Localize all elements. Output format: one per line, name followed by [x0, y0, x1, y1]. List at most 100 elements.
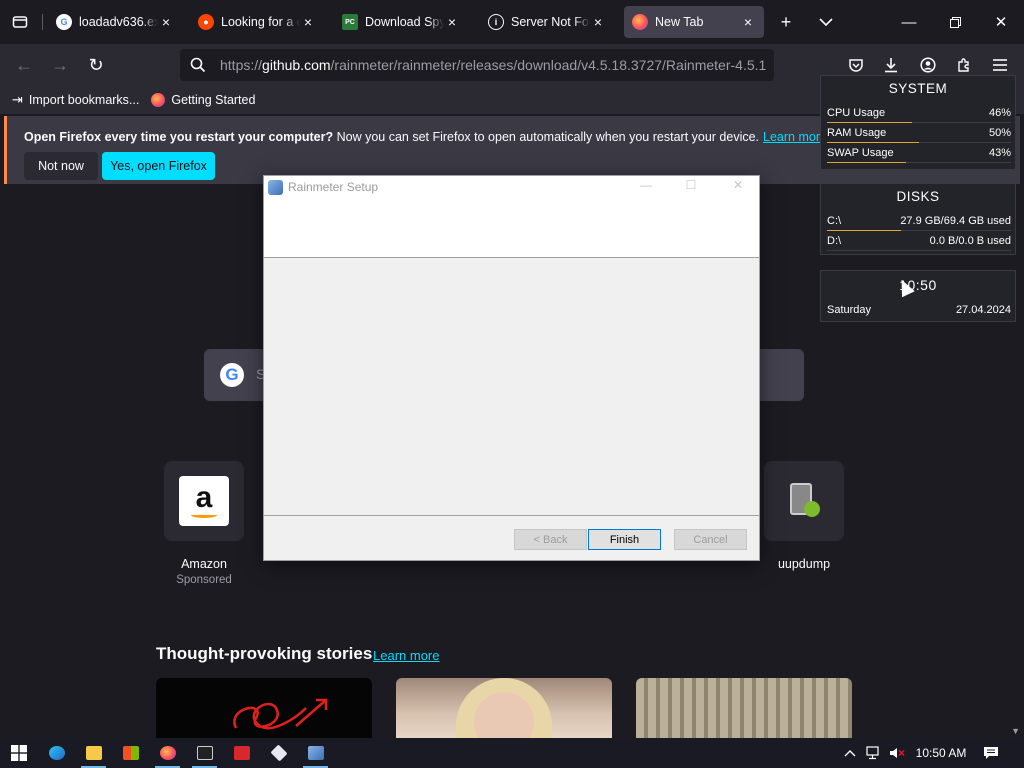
back-button[interactable]: < Back: [514, 529, 587, 550]
bookmark-getting-started[interactable]: Getting Started: [151, 93, 255, 107]
terminal-icon: [196, 746, 213, 760]
taskbar-store[interactable]: [112, 738, 149, 768]
tab-title: loadadv636.exe: [79, 15, 158, 29]
dialog-titlebar[interactable]: Rainmeter Setup — ☐ ✕: [264, 176, 759, 198]
taskbar-firefox[interactable]: [149, 738, 186, 768]
story-card[interactable]: [396, 678, 612, 738]
cpu-usage-row: CPU Usage 46%: [827, 105, 1011, 123]
firefox-icon: [632, 14, 648, 30]
taskbar-cmd[interactable]: [186, 738, 223, 768]
dialog-minimize-button[interactable]: —: [634, 178, 658, 196]
forward-button[interactable]: →: [45, 50, 75, 80]
account-icon: [920, 57, 936, 73]
account-button[interactable]: [917, 54, 939, 76]
close-icon[interactable]: ×: [590, 14, 606, 30]
close-icon[interactable]: ×: [158, 14, 174, 30]
taskbar-edge[interactable]: [38, 738, 75, 768]
rainmeter-system-widget: SYSTEM CPU Usage 46% RAM Usage 50% SWAP …: [820, 75, 1016, 170]
tab-strip: G loadadv636.exe × ● Looking for a co × …: [0, 0, 1024, 44]
scroll-down-icon[interactable]: ▼: [1011, 726, 1020, 736]
firefox-view-icon: [12, 16, 28, 28]
url-bar[interactable]: https://github.com/rainmeter/rainmeter/r…: [180, 49, 774, 81]
clock-date: 27.04.2024: [955, 304, 1011, 316]
restore-button[interactable]: [932, 0, 978, 44]
story-card[interactable]: [636, 678, 852, 738]
taskbar-rainmeter-setup[interactable]: [297, 738, 334, 768]
pocket-button[interactable]: [845, 54, 867, 76]
tab-loadadv[interactable]: G loadadv636.exe ×: [48, 6, 182, 38]
meter-value: 27.9 GB/69.4 GB used: [900, 215, 1011, 227]
sponsored-label: Sponsored: [176, 574, 232, 586]
learn-more-link[interactable]: Learn more: [763, 130, 827, 144]
notification-text: Now you can set Firefox to open automati…: [333, 130, 760, 144]
close-icon[interactable]: ×: [740, 14, 756, 30]
tab-looking[interactable]: ● Looking for a co ×: [190, 6, 324, 38]
minimize-icon: —: [901, 13, 917, 31]
scribble-image: [233, 698, 328, 730]
taskbar-explorer[interactable]: [75, 738, 112, 768]
dialog-maximize-button[interactable]: ☐: [679, 178, 703, 196]
taskbar-clock[interactable]: 10:50 AM: [912, 738, 970, 768]
tray-overflow-button[interactable]: [840, 738, 860, 768]
top-site-tile: [764, 461, 844, 541]
close-icon[interactable]: ×: [300, 14, 316, 30]
disk-c-row: C:\ 27.9 GB/69.4 GB used: [827, 213, 1011, 231]
search-icon: [190, 57, 206, 73]
meter-bar: [827, 162, 907, 163]
bookmark-import[interactable]: ⇥ Import bookmarks...: [12, 92, 139, 108]
list-all-tabs-button[interactable]: [812, 8, 840, 36]
firefox-view-button[interactable]: [6, 8, 34, 36]
widget-title: DISKS: [896, 189, 940, 204]
back-button[interactable]: ←: [9, 50, 39, 80]
tab-title: Download Spy-a: [365, 15, 444, 29]
meter-value: 0.0 B/0.0 B used: [929, 235, 1011, 247]
close-window-button[interactable]: ✕: [978, 0, 1024, 44]
taskbar-app-box[interactable]: [260, 738, 297, 768]
plus-icon: +: [780, 11, 792, 32]
extensions-button[interactable]: [953, 54, 975, 76]
meter-value: 43%: [988, 147, 1011, 159]
meter-label: RAM Usage: [827, 127, 887, 139]
top-site-amazon[interactable]: a Amazon Sponsored: [156, 461, 252, 586]
new-tab-button[interactable]: +: [772, 8, 800, 36]
top-site-uupdump[interactable]: uupdump: [756, 461, 852, 571]
tab-new-tab[interactable]: New Tab ×: [624, 6, 764, 38]
chevron-up-icon: [844, 750, 856, 757]
not-now-button[interactable]: Not now: [24, 152, 98, 180]
start-button[interactable]: [0, 738, 37, 768]
plus-badge-icon: [804, 501, 820, 517]
cancel-button[interactable]: Cancel: [674, 529, 747, 550]
clock-time: 10:50: [899, 277, 937, 293]
arrow-left-icon: ←: [15, 54, 33, 75]
reload-button[interactable]: ↻: [81, 50, 111, 80]
downloads-button[interactable]: [880, 54, 902, 76]
tab-download-spy[interactable]: PC Download Spy-a ×: [334, 6, 468, 38]
url-prefix: https://: [220, 57, 263, 73]
top-site-name: Amazon: [181, 557, 227, 571]
meter-value: 50%: [988, 127, 1011, 139]
volume-tray-icon[interactable]: [886, 738, 908, 768]
minimize-button[interactable]: —: [886, 0, 932, 44]
story-card[interactable]: [156, 678, 372, 738]
menu-button[interactable]: [989, 54, 1011, 76]
import-icon: ⇥: [12, 92, 23, 107]
taskbar-app-red[interactable]: [223, 738, 260, 768]
bookmark-label: Import bookmarks...: [28, 93, 140, 107]
finish-button[interactable]: Finish: [588, 529, 661, 550]
meter-label: D:\: [827, 235, 842, 247]
meter-bar: [827, 142, 919, 143]
hamburger-icon: [993, 59, 1007, 71]
close-icon[interactable]: ×: [444, 14, 460, 30]
clock-day: Saturday: [827, 304, 872, 316]
meter-bar: [827, 122, 912, 123]
app-icon: [233, 746, 250, 760]
bookmark-label: Getting Started: [171, 93, 256, 107]
download-icon: [885, 58, 897, 73]
dialog-header: [264, 198, 759, 258]
stories-learn-more-link[interactable]: Learn more: [373, 648, 439, 663]
dialog-close-button[interactable]: ✕: [726, 178, 750, 196]
tab-server-not-found[interactable]: i Server Not Foun ×: [480, 6, 614, 38]
network-tray-icon[interactable]: [864, 738, 884, 768]
open-firefox-button[interactable]: Yes, open Firefox: [102, 152, 215, 180]
action-center-button[interactable]: [978, 738, 1004, 768]
